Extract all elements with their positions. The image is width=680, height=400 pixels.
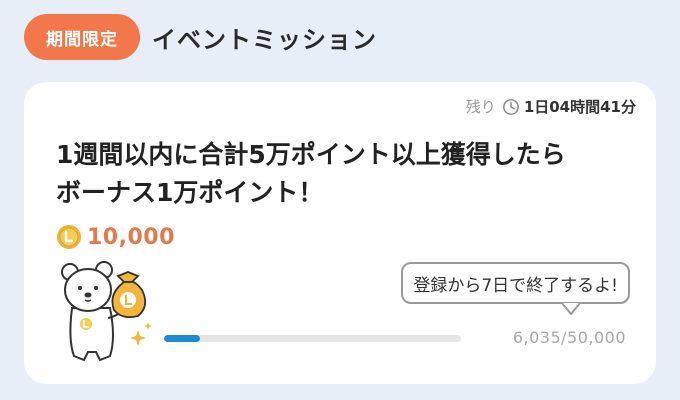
- reward: 10,000: [56, 224, 175, 250]
- mission-card[interactable]: 残り 1日04時間41分 1週間以内に合計5万ポイント以上獲得したら ボーナス1…: [24, 82, 656, 384]
- section-title: イベントミッション: [152, 25, 377, 54]
- mission-title: 1週間以内に合計5万ポイント以上獲得したら ボーナス1万ポイント！: [56, 136, 636, 212]
- limited-time-badge: 期間限定: [24, 14, 140, 60]
- header: 期間限定 イベントミッション: [24, 13, 377, 61]
- money-bag-icon: [111, 271, 147, 319]
- remaining-value: 1日04時間41分: [523, 98, 636, 116]
- progress-fill: [164, 335, 200, 342]
- speech-bubble-tail: [562, 303, 580, 315]
- progress-bar: [164, 335, 461, 342]
- mission-title-line2: ボーナス1万ポイント！: [56, 178, 324, 207]
- mission-title-line1: 1週間以内に合計5万ポイント以上獲得したら: [56, 140, 566, 169]
- reward-amount: 10,000: [87, 224, 175, 250]
- sparkle-icon: [130, 322, 152, 346]
- remaining-time: 残り 1日04時間41分: [466, 96, 636, 117]
- clock-icon: [502, 98, 519, 115]
- remaining-label: 残り: [465, 98, 496, 116]
- bear-mascot: [61, 261, 152, 362]
- progress-text: 6,035/50,000: [512, 328, 626, 347]
- speech-bubble: 登録から7日で終了するよ!: [401, 262, 630, 304]
- coin-icon: [57, 225, 81, 249]
